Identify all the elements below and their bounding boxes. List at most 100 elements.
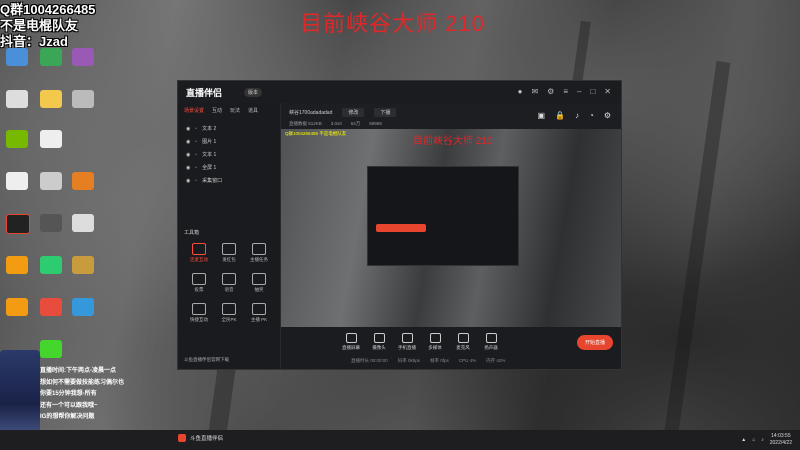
tool-item[interactable]: 主播任务 [244,243,274,263]
camera-button[interactable]: 摄像头 [369,333,389,351]
version-badge[interactable]: 版本 [244,88,263,97]
source-item[interactable]: ◉ ▫ 图片 1 [178,135,280,148]
stream-title-overlay: 目前峡谷大师 210 [300,11,485,36]
desktop-icon[interactable] [40,256,62,274]
source-item[interactable]: ◉ ▫ 文本 2 [178,122,280,135]
avatar-icon[interactable]: ● [518,87,523,96]
stat-item: 直播数据 512KB [289,121,322,126]
speaker-button[interactable]: 扬声器 [481,333,501,351]
window-titlebar: 直播伴侣 版本 ● ✉ ⚙ ≡ – □ ✕ [178,81,621,103]
play-icon [429,333,441,343]
minimize-icon[interactable]: – [577,87,581,96]
media-button[interactable]: 多媒体 [425,333,445,351]
settings-icon[interactable]: ⚙ [604,111,611,120]
lock-icon[interactable]: ▫ [195,126,197,132]
stream-overlay-info: Q群1004266485 不是电棍队友 抖音：Jzad [0,2,95,50]
desktop-icon[interactable] [6,214,30,234]
source-label: 文本 2 [202,126,217,132]
desktop-icon[interactable] [6,48,28,66]
desktop-icon[interactable] [40,130,62,148]
lock-icon[interactable]: 🔒 [555,111,565,120]
tool-item[interactable]: 语音 [214,273,244,293]
lock-icon[interactable]: ▫ [195,152,197,158]
eye-icon[interactable]: ◉ [186,165,190,171]
main-panel: 峡谷1700adadadad 修改 下播 直播数据 512KB 3.0x0 64… [281,103,621,369]
gift-icon[interactable]: ▣ [537,111,545,120]
desktop-icon[interactable] [6,298,28,316]
source-item[interactable]: ◉ ▫ 文本 1 [178,148,280,161]
volume-icon[interactable]: ♪ [761,437,764,443]
live-preview[interactable]: Q群1004266485 不是电棍队友 目前峡谷大师 210 [281,129,621,327]
phone-live-button[interactable]: 手机直播 [397,333,417,351]
screen-capture-button[interactable]: 直播屏幕 [341,333,361,351]
tool-item[interactable]: 投票 [184,273,214,293]
desktop-icon[interactable] [40,214,62,232]
edit-button[interactable]: 修改 [342,107,365,117]
desktop-icon[interactable] [6,256,28,274]
desktop-icon[interactable] [72,172,94,190]
lock-icon[interactable]: ▫ [195,165,197,171]
tab-interact[interactable]: 互动 [212,107,222,114]
bell-icon[interactable]: ◔ [589,111,594,120]
stat-item: 直播时长 00:00:00 [351,358,388,363]
tool-item[interactable]: 主播 PK [244,303,274,323]
desktop-icon[interactable] [6,172,28,190]
message-icon[interactable]: ✉ [531,87,538,96]
geforce-icon[interactable] [6,130,28,148]
chat-line: 你要15分钟我想-所有 [40,391,97,397]
bell-icon[interactable]: ♪ [575,111,579,120]
panel-tools: ▣ 🔒 ♪ ◔ ⚙ [537,111,611,120]
chat-line: 想如何不需要做技能练习偶尔也 [40,379,125,386]
team-text: 不是电棍队友 [0,18,79,33]
league-icon[interactable] [72,256,94,274]
close-icon[interactable]: ✕ [604,87,611,96]
menu-icon[interactable]: ≡ [563,87,568,96]
tool-item[interactable]: 抽奖 [244,273,274,293]
settings-icon[interactable]: ⚙ [547,87,554,96]
taskbar-app-label: 斗鱼直播伴侣 [190,436,224,442]
eye-icon[interactable]: ◉ [186,178,190,184]
desktop-icon[interactable] [72,90,94,108]
tab-props[interactable]: 道具 [248,107,258,114]
desktop-icon[interactable] [72,214,94,232]
taskbar-app[interactable]: 斗鱼直播伴侣 [178,434,223,442]
lock-icon[interactable]: ▫ [195,139,197,145]
tool-item[interactable]: 全民PK [214,303,244,323]
desktop-icon[interactable] [72,298,94,316]
tray-icon[interactable]: ▲ [741,437,746,443]
eye-icon[interactable]: ◉ [186,126,190,132]
eye-icon[interactable]: ◉ [186,139,190,145]
tool-item[interactable]: 发红包 [214,243,244,263]
desktop-icon[interactable] [40,48,62,66]
desktop-icon[interactable] [72,48,94,66]
source-item[interactable]: ◉ ▫ 全屏 1 [178,161,280,174]
tool-item[interactable]: 连麦互动 [184,243,214,263]
desktop-icon[interactable] [40,298,62,316]
lock-icon[interactable]: ▫ [195,178,197,184]
clock-date: 2022/4/22 [769,440,792,446]
connect-icon [192,243,206,255]
start-live-button[interactable]: 开始直播 [576,335,613,350]
app-icon [178,434,186,442]
source-item[interactable]: ◉ ▫ 采集窗口 [178,174,280,187]
preview-overlay-text: Q群1004266485 不是电棍队友 [285,131,347,136]
maximize-icon[interactable]: □ [590,87,595,96]
tool-item[interactable]: 快捷互动 [184,303,214,323]
desktop-icon[interactable] [40,90,62,108]
stat-item: 码率 0kbps [397,358,421,363]
mic-button[interactable]: 麦克风 [453,333,473,351]
razer-icon[interactable] [40,340,62,358]
sidebar-footer[interactable]: 斗鱼直播伴侣官网下载 [184,357,229,363]
tab-scene[interactable]: 场景设置 [184,107,204,114]
source-label: 采集窗口 [202,178,223,184]
desktop-icon[interactable] [40,172,62,190]
end-live-button[interactable]: 下播 [374,107,397,117]
stat-item: CPU 4% [458,358,477,363]
camera-icon [373,333,385,343]
system-tray: ▲ ⌂ ♪ 14:03:55 2022/4/22 [741,433,792,447]
eye-icon[interactable]: ◉ [186,152,190,158]
tab-play[interactable]: 玩法 [230,107,240,114]
desktop-icon[interactable] [6,90,28,108]
clock[interactable]: 14:03:55 2022/4/22 [770,433,792,447]
network-icon[interactable]: ⌂ [752,437,755,443]
